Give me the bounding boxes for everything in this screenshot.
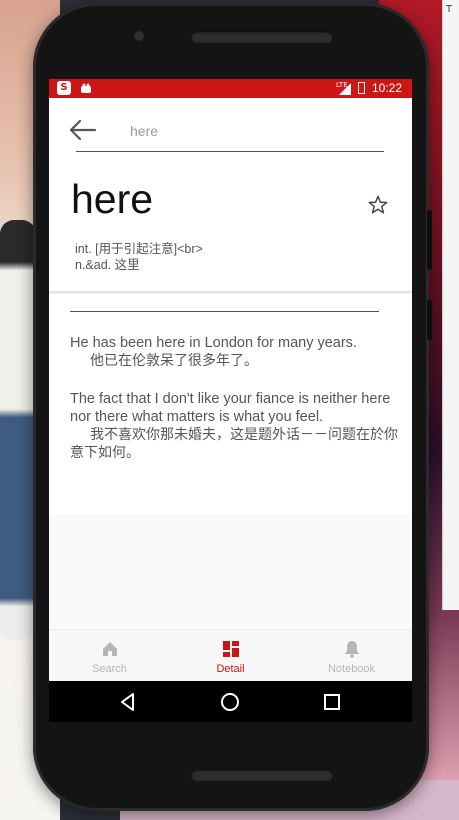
search-underline [76,151,384,152]
nav-notebook-label: Notebook [327,663,376,675]
front-camera [134,31,144,41]
example-english: He has been here in London for many year… [70,335,357,351]
home-icon [102,642,117,656]
status-bar: S LTE 10:22 [49,79,412,98]
example-chinese: 他已在伦敦呆了很多年了。 [90,353,258,369]
examples-card: He has been here in London for many year… [49,294,412,514]
editor-panel [442,0,459,610]
top-speaker [191,31,333,43]
back-triangle-icon[interactable] [117,691,139,713]
app-screen: S LTE 10:22 here int. [用于引起注意]<br> n.&ad… [49,79,412,722]
word-header: here int. [用于引起注意]<br> n.&ad. 这里 [49,98,412,291]
sogou-icon: S [57,81,71,95]
search-input[interactable] [128,119,382,143]
battery-icon [358,82,365,94]
signal-icon [339,83,351,95]
nav-detail-label: Detail [216,663,245,675]
nav-search[interactable]: Search [49,630,170,682]
examples-divider [70,311,379,312]
recent-apps-icon[interactable] [321,691,343,713]
star-icon[interactable] [367,194,389,216]
system-navigation-bar [49,681,412,722]
example-english: The fact that I don't like your fiance i… [70,391,391,425]
home-circle-icon[interactable] [219,691,241,713]
headword: here [71,176,154,222]
bottom-navigation: Search Detail Notebook [49,629,412,682]
example-chinese: 我不喜欢你那未婚夫，这是题外话－－问题在於你意下如何。 [70,427,398,461]
nav-search-label: Search [92,663,127,675]
power-button[interactable] [427,300,432,340]
bell-icon [344,641,359,658]
nav-notebook[interactable]: Notebook [291,630,412,682]
volume-button[interactable] [427,210,432,270]
back-arrow-icon[interactable] [69,118,97,142]
definition-text: int. [用于引起注意]<br> n.&ad. 这里 [75,242,203,272]
android-debug-icon [79,81,93,95]
clock: 10:22 [372,81,403,95]
bottom-speaker [191,769,333,781]
editor-gutter-mark: T [446,4,453,15]
background-figure [0,220,36,640]
detail-grid-icon [222,641,239,657]
nav-detail[interactable]: Detail [170,630,291,682]
